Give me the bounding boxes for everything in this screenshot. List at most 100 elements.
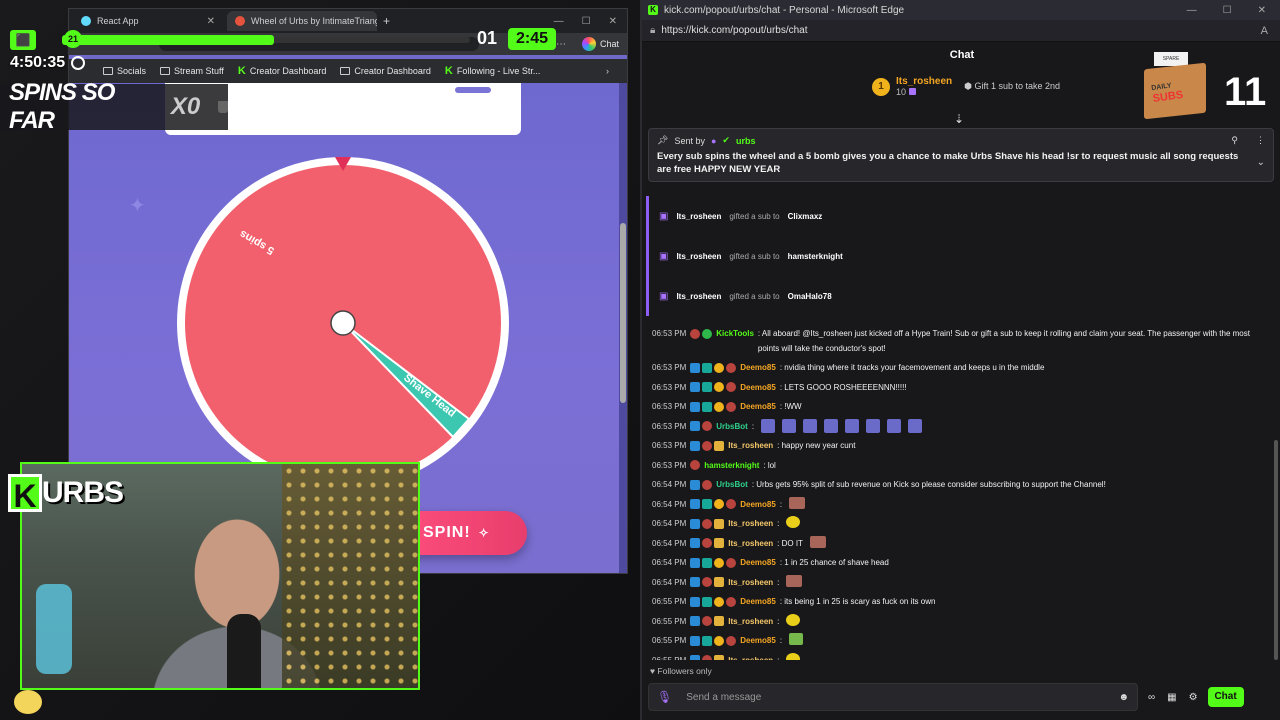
site-favicon-icon	[235, 16, 245, 26]
pin-icon: 📌︎	[657, 135, 669, 145]
page-scrollbar[interactable]	[619, 83, 627, 573]
progress-count: 21	[64, 30, 82, 48]
message-text: :	[751, 421, 755, 431]
badge-icon	[714, 362, 725, 373]
read-aloud-icon[interactable]: A	[1261, 25, 1268, 37]
message-text: :	[777, 655, 780, 661]
message-username[interactable]: Deemo85	[740, 594, 776, 609]
gift-user[interactable]: Its_rosheen	[676, 212, 721, 221]
pinned-sender[interactable]: urbs	[736, 136, 756, 146]
bookmark-socials[interactable]: Socials	[103, 66, 146, 76]
badge-icon	[726, 635, 737, 646]
gifter-name[interactable]: Its_rosheen	[896, 76, 952, 87]
hype-timer: 2:45	[508, 28, 556, 50]
emoji-icon[interactable]: ☻	[1118, 692, 1129, 703]
copilot-chat-button[interactable]: Chat	[581, 37, 619, 51]
message-username[interactable]: Its_rosheen	[728, 575, 773, 590]
tab-wheel-of-urbs[interactable]: Wheel of Urbs by IntimateTriangle ✕	[227, 11, 377, 31]
message-username[interactable]: Deemo85	[740, 633, 776, 648]
maximize-icon[interactable]: ☐	[582, 16, 591, 27]
gift-target[interactable]: Clixmaxz	[788, 212, 823, 221]
close-window-icon[interactable]: ✕	[609, 16, 617, 27]
bookmark-creator-dashboard[interactable]: K Creator Dashboard	[238, 65, 327, 77]
unpin-icon[interactable]: ⚲	[1231, 135, 1238, 146]
message-text: :	[779, 636, 783, 645]
message-username[interactable]: Its_rosheen	[728, 614, 773, 629]
microphone-icon[interactable]: 🎙︎	[657, 690, 672, 704]
message-username[interactable]: UrbsBot	[716, 419, 748, 434]
gift-cta[interactable]: ⬢ Gift 1 sub to take 2nd	[964, 81, 1060, 92]
message-username[interactable]: hamsterknight	[704, 458, 759, 473]
message-username[interactable]: Deemo85	[740, 360, 776, 375]
message-text: : happy new year cunt	[777, 441, 856, 450]
more-options-icon[interactable]: ⋮	[1256, 135, 1265, 146]
gift-box-icon[interactable]: ▦	[1167, 692, 1176, 703]
badge-icon	[690, 460, 701, 470]
water-bottle	[36, 584, 72, 674]
message-timestamp: 06:53 PM	[652, 402, 687, 411]
minimize-icon[interactable]: —	[1187, 5, 1197, 16]
message-username[interactable]: Deemo85	[740, 497, 776, 512]
badge-icon	[702, 401, 713, 412]
bookmark-following[interactable]: K Following - Live Str...	[445, 65, 540, 77]
url-text[interactable]: https://kick.com/popout/urbs/chat	[661, 25, 807, 36]
settings-icon[interactable]: ⚙	[1189, 692, 1198, 703]
message-username[interactable]: Deemo85	[740, 555, 776, 570]
verified-icon: ✔	[722, 135, 730, 145]
gift-user[interactable]: Its_rosheen	[676, 292, 721, 301]
gift-target[interactable]: hamsterknight	[788, 252, 843, 261]
chevron-down-icon[interactable]: ⌄	[1257, 157, 1265, 168]
collapse-icon[interactable]: ⇣	[954, 112, 964, 126]
tab-react-app[interactable]: React App ✕	[73, 11, 223, 31]
chat-tools: ∞ ▦ ⚙	[1148, 692, 1198, 703]
verified-icon	[702, 328, 713, 339]
minimize-icon[interactable]: —	[554, 16, 564, 27]
badge-icon	[702, 538, 713, 548]
edge-address-bar: 🔒︎ https://kick.com/popout/urbs/chat A	[642, 20, 1280, 42]
message-input[interactable]: 🎙︎ Send a message ☻	[648, 683, 1138, 711]
message-username[interactable]: Deemo85	[740, 380, 776, 395]
gift-user[interactable]: Its_rosheen	[676, 252, 721, 261]
chevron-right-icon[interactable]: ›	[606, 66, 609, 76]
message-username[interactable]: Deemo85	[740, 399, 776, 414]
link-icon[interactable]: ∞	[1148, 692, 1155, 703]
kick-icon: K	[237, 65, 246, 77]
message-username[interactable]: UrbsBot	[716, 477, 748, 492]
message-username[interactable]: Its_rosheen	[728, 516, 773, 531]
badge-icon	[690, 538, 701, 548]
bookmark-stream-stuff[interactable]: Stream Stuff	[160, 66, 224, 76]
spins-counter: SPINS SO FAR X0	[0, 79, 228, 134]
gift-event: ▣ Its_rosheen gifted a sub to OmaHalo78	[646, 276, 1272, 316]
send-chat-button[interactable]: Chat	[1207, 687, 1244, 707]
close-window-icon[interactable]: ✕	[1258, 5, 1266, 16]
sent-by-label: Sent by	[674, 135, 705, 146]
message-timestamp: 06:55 PM	[652, 636, 687, 645]
maximize-icon[interactable]: ☐	[1223, 5, 1232, 16]
message-username[interactable]: Its_rosheen	[728, 653, 773, 661]
chat-message: 06:53 PM KickTools: All aboard! @Its_rosh…	[642, 324, 1272, 358]
emote-icon	[782, 418, 797, 433]
feed-spacer	[642, 316, 1272, 324]
badge-icon	[714, 538, 725, 548]
gift-icon: ▣	[659, 290, 669, 302]
chat-message: 06:53 PM hamsterknight: lol	[642, 456, 1272, 476]
scroll-thumb[interactable]	[620, 223, 626, 403]
gift-target[interactable]: OmaHalo78	[788, 292, 832, 301]
tab-label: React App	[97, 16, 139, 26]
followers-only-text: Followers only	[657, 666, 712, 676]
message-username[interactable]: Its_rosheen	[728, 536, 773, 551]
window-controls: — ☐ ✕	[1187, 5, 1280, 16]
user-badges	[690, 575, 725, 590]
close-tab-icon[interactable]: ✕	[207, 16, 215, 27]
user-badges	[690, 536, 725, 551]
message-username[interactable]: Its_rosheen	[728, 438, 773, 453]
bookmark-creator-dashboard-2[interactable]: Creator Dashboard	[340, 66, 431, 76]
chat-feed: ▣ Its_rosheen gifted a sub to Clixmaxz ▣…	[642, 196, 1272, 660]
menu-dots-icon[interactable]: ⋯	[556, 39, 566, 50]
message-username[interactable]: KickTools	[716, 326, 754, 341]
message-timestamp: 06:55 PM	[652, 616, 687, 626]
user-badges	[690, 516, 725, 531]
prize-wheel[interactable]: 5 spins Shave Head	[177, 157, 525, 477]
chat-scrollbar[interactable]	[1274, 440, 1278, 660]
new-tab-icon[interactable]: +	[383, 14, 390, 28]
